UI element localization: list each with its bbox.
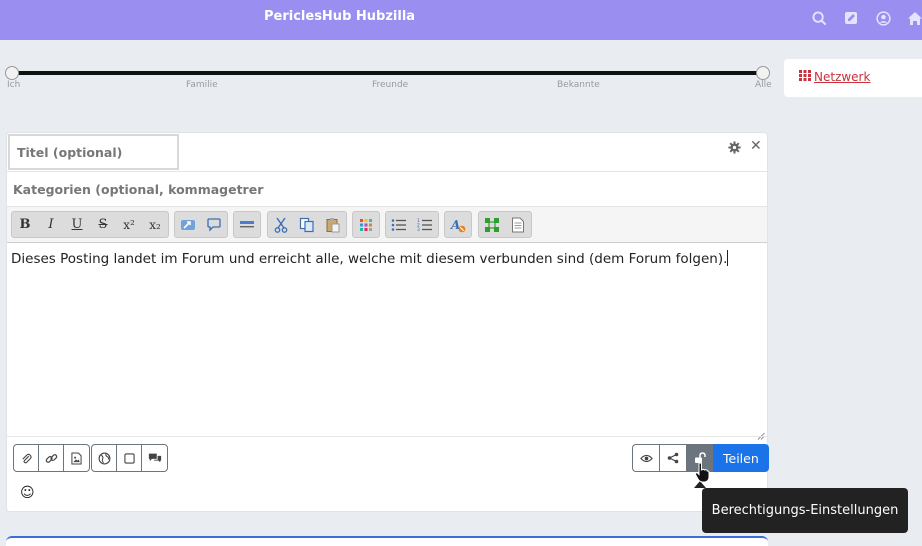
user-icon[interactable] — [874, 9, 892, 27]
numbered-list-icon[interactable]: 123 — [412, 212, 438, 237]
link-chain-icon[interactable] — [39, 445, 64, 471]
bullet-list-icon[interactable] — [386, 212, 412, 237]
clear-format-group: A — [444, 211, 472, 238]
italic-button[interactable]: I — [38, 212, 64, 237]
slider-label-bekannte: Bekannte — [557, 80, 600, 90]
underline-button[interactable]: U — [64, 212, 90, 237]
paste-icon[interactable] — [320, 212, 346, 237]
color-picker-icon[interactable] — [353, 212, 379, 237]
smiley-icon[interactable]: ☺ — [20, 485, 35, 501]
svg-text:3: 3 — [417, 227, 420, 232]
attachment-icon[interactable] — [14, 445, 39, 471]
slider-handle-max[interactable] — [756, 66, 770, 80]
comments-icon[interactable] — [142, 445, 167, 471]
slider-label-alle: Alle — [755, 80, 772, 90]
svg-text:A: A — [450, 218, 460, 232]
top-navbar: PericlesHub Hubzilla — [0, 0, 922, 40]
share-icon[interactable] — [659, 444, 686, 472]
superscript-button[interactable]: x² — [116, 212, 142, 237]
strike-button[interactable]: S — [90, 212, 116, 237]
network-link[interactable]: Netzwerk — [799, 70, 870, 84]
slider-label-freunde: Freunde — [372, 80, 409, 90]
network-label: Netzwerk — [814, 70, 871, 84]
checkbox-icon[interactable] — [117, 445, 142, 471]
copy-icon[interactable] — [294, 212, 320, 237]
post-body-textarea[interactable]: Dieses Posting landet im Forum und errei… — [7, 244, 767, 436]
search-icon[interactable] — [810, 9, 828, 27]
affinity-slider-track[interactable] — [12, 71, 763, 75]
list-group: 123 — [385, 211, 439, 238]
source-document-icon[interactable] — [505, 212, 531, 237]
attach-group — [13, 444, 90, 472]
mouse-pointer-icon — [694, 462, 710, 488]
subscript-button[interactable]: x₂ — [142, 212, 168, 237]
text-cursor — [727, 250, 729, 266]
edit-icon[interactable] — [842, 9, 860, 27]
format-toolbar: B I U S x² x₂ 1 2 3 A — [7, 207, 767, 243]
network-widget: Netzwerk — [784, 59, 922, 97]
resize-handle-icon[interactable] — [757, 425, 765, 440]
remove-format-icon[interactable]: A — [445, 212, 471, 237]
globe-icon[interactable] — [92, 445, 117, 471]
preview-eye-icon[interactable] — [632, 444, 659, 472]
title-input[interactable]: Titel (optional) — [8, 134, 179, 170]
comment-icon[interactable] — [201, 212, 227, 237]
slider-label-familie: Familie — [186, 80, 218, 90]
post-options-group — [91, 444, 168, 472]
gear-icon[interactable] — [728, 139, 742, 154]
share-submit-button[interactable]: Teilen — [713, 444, 769, 472]
category-input[interactable]: Kategorien (optional, kommagetrer — [7, 171, 767, 207]
editor-actions: Teilen ☺ — [7, 436, 769, 511]
color-group — [352, 211, 380, 238]
grid-icon — [799, 70, 811, 84]
slider-label-ich: Ich — [7, 80, 21, 90]
home-icon[interactable] — [906, 9, 922, 27]
image-file-icon[interactable] — [64, 445, 89, 471]
horizontal-rule-icon[interactable] — [234, 212, 260, 237]
source-group — [478, 211, 532, 238]
post-editor: Titel (optional) ✕ Kategorien (optional,… — [6, 132, 769, 512]
link-icon[interactable] — [175, 212, 201, 237]
permissions-tooltip: Berechtigungs-Einstellungen — [702, 488, 908, 533]
cut-icon[interactable] — [268, 212, 294, 237]
slider-handle-min[interactable] — [5, 66, 19, 80]
link-group — [174, 211, 228, 238]
clipboard-group — [267, 211, 347, 238]
bold-button[interactable]: B — [12, 212, 38, 237]
text-style-group: B I U S x² x₂ — [11, 211, 169, 238]
hr-group — [233, 211, 261, 238]
close-icon[interactable]: ✕ — [750, 138, 762, 154]
next-post-card — [6, 536, 768, 546]
site-title[interactable]: PericlesHub Hubzilla — [264, 9, 415, 24]
post-body-text: Dieses Posting landet im Forum und errei… — [11, 251, 728, 267]
show-blocks-icon[interactable] — [479, 212, 505, 237]
